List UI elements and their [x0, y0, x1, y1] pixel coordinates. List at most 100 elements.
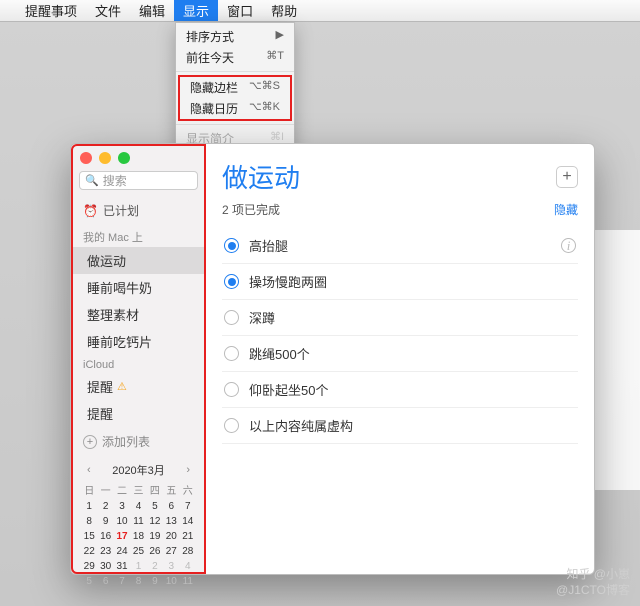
todo-item[interactable]: 跳绳500个 — [222, 336, 578, 372]
menubar-app[interactable]: 提醒事项 — [16, 0, 86, 21]
hide-completed-button[interactable]: 隐藏 — [554, 201, 578, 218]
todo-item[interactable]: 操场慢跑两圈 — [222, 264, 578, 300]
sidebar-item-reminder[interactable]: 提醒 — [73, 400, 204, 427]
cal-day[interactable]: 13 — [163, 514, 179, 529]
menubar: 提醒事项 文件 编辑 显示 窗口 帮助 — [0, 0, 640, 22]
menu-hide-sidebar[interactable]: 隐藏边栏⌥⌘S — [180, 77, 290, 98]
cal-day[interactable]: 20 — [163, 529, 179, 544]
cal-day[interactable]: 22 — [81, 544, 97, 559]
cal-day[interactable]: 17 — [114, 529, 130, 544]
info-icon[interactable]: i — [561, 238, 576, 253]
warning-icon: ⚠ — [117, 380, 127, 393]
search-placeholder: 搜索 — [103, 172, 127, 189]
sidebar-item-milk[interactable]: 睡前喝牛奶 — [73, 274, 204, 301]
sidebar-list-mac: 做运动 睡前喝牛奶 整理素材 睡前吃钙片 — [73, 247, 204, 355]
todo-item[interactable]: 深蹲 — [222, 300, 578, 336]
todo-radio[interactable] — [224, 274, 239, 289]
cal-day[interactable]: 4 — [180, 559, 196, 574]
add-list-button[interactable]: + 添加列表 — [73, 427, 204, 456]
cal-day[interactable]: 4 — [130, 499, 146, 514]
sidebar: 🔍 搜索 ⏰ 已计划 我的 Mac 上 做运动 睡前喝牛奶 整理素材 睡前吃钙片… — [71, 144, 206, 574]
close-button[interactable] — [80, 152, 92, 164]
cal-day[interactable]: 7 — [180, 499, 196, 514]
cal-day[interactable]: 8 — [81, 514, 97, 529]
cal-day[interactable]: 25 — [130, 544, 146, 559]
calendar-grid[interactable]: 日一二三四五六123456789101112131415161718192021… — [81, 480, 196, 589]
todo-text: 深蹲 — [249, 308, 275, 327]
zoom-button[interactable] — [118, 152, 130, 164]
todo-radio[interactable] — [224, 382, 239, 397]
window-controls — [80, 152, 130, 164]
todo-item[interactable]: 仰卧起坐50个 — [222, 372, 578, 408]
menubar-file[interactable]: 文件 — [86, 0, 130, 21]
watermark: @J1CTO博客 — [556, 581, 630, 598]
menubar-edit[interactable]: 编辑 — [130, 0, 174, 21]
cal-day[interactable]: 7 — [114, 574, 130, 589]
completed-count: 2 项已完成 — [222, 201, 280, 218]
todo-radio[interactable] — [224, 310, 239, 325]
cal-day[interactable]: 9 — [147, 574, 163, 589]
cal-day[interactable]: 18 — [130, 529, 146, 544]
search-icon: 🔍 — [85, 174, 99, 187]
cal-day[interactable]: 29 — [81, 559, 97, 574]
sidebar-list-icloud: 提醒⚠ 提醒 — [73, 373, 204, 427]
cal-day[interactable]: 6 — [163, 499, 179, 514]
cal-day[interactable]: 16 — [97, 529, 113, 544]
menubar-window[interactable]: 窗口 — [218, 0, 262, 21]
section-header-mac: 我的 Mac 上 — [73, 225, 204, 247]
menubar-view[interactable]: 显示 — [174, 0, 218, 21]
cal-day[interactable]: 2 — [147, 559, 163, 574]
sidebar-item-calcium[interactable]: 睡前吃钙片 — [73, 328, 204, 355]
cal-day[interactable]: 23 — [97, 544, 113, 559]
menu-go-today[interactable]: 前往今天⌘T — [176, 47, 294, 68]
cal-day[interactable]: 15 — [81, 529, 97, 544]
cal-day[interactable]: 5 — [81, 574, 97, 589]
cal-day[interactable]: 21 — [180, 529, 196, 544]
sidebar-item-reminder-warn[interactable]: 提醒⚠ — [73, 373, 204, 400]
cal-day[interactable]: 28 — [180, 544, 196, 559]
cal-day[interactable]: 24 — [114, 544, 130, 559]
cal-day[interactable]: 14 — [180, 514, 196, 529]
menubar-help[interactable]: 帮助 — [262, 0, 306, 21]
minimize-button[interactable] — [99, 152, 111, 164]
cal-day[interactable]: 12 — [147, 514, 163, 529]
cal-day[interactable]: 30 — [97, 559, 113, 574]
todo-radio[interactable] — [224, 238, 239, 253]
sidebar-item-exercise[interactable]: 做运动 — [73, 247, 204, 274]
cal-prev[interactable]: ‹ — [87, 464, 91, 476]
cal-day[interactable]: 11 — [180, 574, 196, 589]
cal-day[interactable]: 5 — [147, 499, 163, 514]
cal-day[interactable]: 10 — [114, 514, 130, 529]
cal-day[interactable]: 3 — [163, 559, 179, 574]
calendar: ‹ 2020年3月 › 日一二三四五六123456789101112131415… — [73, 456, 204, 595]
cal-next[interactable]: › — [186, 464, 190, 476]
cal-day[interactable]: 8 — [130, 574, 146, 589]
cal-day[interactable]: 1 — [130, 559, 146, 574]
add-reminder-button[interactable]: + — [556, 166, 578, 188]
cal-day[interactable]: 19 — [147, 529, 163, 544]
main-pane: 做运动 + 2 项已完成 隐藏 高抬腿i操场慢跑两圈深蹲跳绳500个仰卧起坐50… — [206, 144, 594, 574]
cal-day[interactable]: 26 — [147, 544, 163, 559]
todo-radio[interactable] — [224, 346, 239, 361]
search-input[interactable]: 🔍 搜索 — [79, 171, 198, 190]
cal-day[interactable]: 10 — [163, 574, 179, 589]
sidebar-scheduled[interactable]: ⏰ 已计划 — [73, 196, 204, 225]
cal-day[interactable]: 9 — [97, 514, 113, 529]
cal-day[interactable]: 3 — [114, 499, 130, 514]
watermark: 知乎 @小崽 — [566, 565, 630, 582]
plus-icon: + — [83, 435, 97, 449]
cal-day[interactable]: 1 — [81, 499, 97, 514]
highlight-annotation: 隐藏边栏⌥⌘S 隐藏日历⌥⌘K — [178, 75, 292, 121]
cal-day[interactable]: 2 — [97, 499, 113, 514]
cal-day[interactable]: 27 — [163, 544, 179, 559]
todo-text: 高抬腿 — [249, 236, 288, 255]
todo-item[interactable]: 高抬腿 i — [222, 228, 578, 264]
todo-radio[interactable] — [224, 418, 239, 433]
sidebar-item-materials[interactable]: 整理素材 — [73, 301, 204, 328]
menu-hide-calendar[interactable]: 隐藏日历⌥⌘K — [180, 98, 290, 119]
cal-day[interactable]: 11 — [130, 514, 146, 529]
cal-day[interactable]: 31 — [114, 559, 130, 574]
cal-day[interactable]: 6 — [97, 574, 113, 589]
menu-sort[interactable]: 排序方式▶ — [176, 26, 294, 47]
todo-item[interactable]: 以上内容纯属虚构 — [222, 408, 578, 444]
